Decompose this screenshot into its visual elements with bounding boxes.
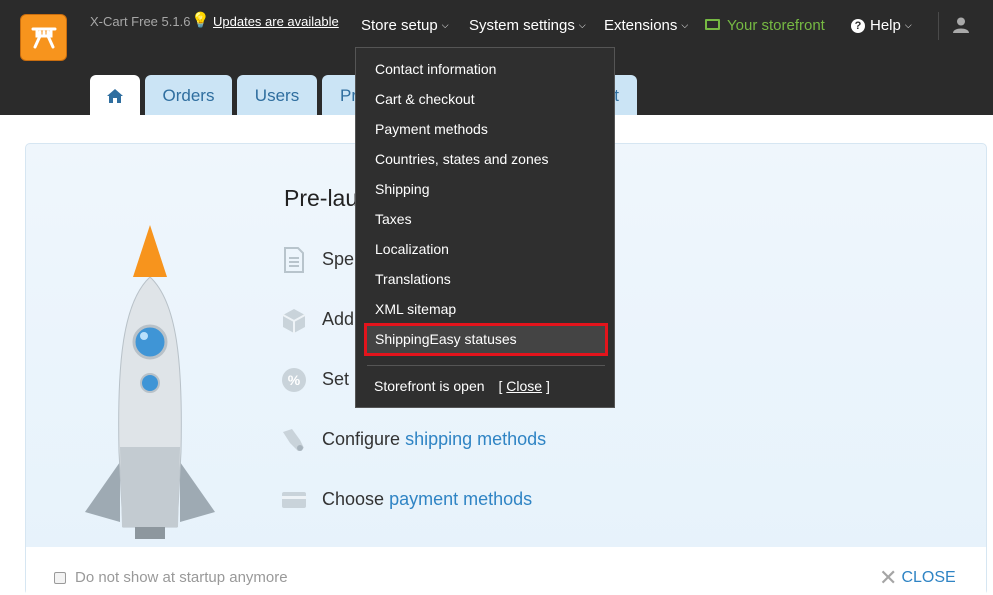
prelaunch-title: Pre-launch bbox=[284, 185, 356, 211]
close-icon: ✕ bbox=[879, 565, 898, 590]
task-label: Spe bbox=[322, 249, 354, 270]
nav-storefront-label: Your storefront bbox=[727, 17, 825, 34]
lightbulb-icon: 💡 bbox=[191, 12, 210, 29]
tab-home[interactable] bbox=[90, 75, 140, 115]
task-label-text: Choose bbox=[322, 489, 385, 509]
updates-link[interactable]: Updates are available bbox=[213, 14, 339, 29]
menu-item-shippingeasy-statuses[interactable]: ShippingEasy statuses bbox=[375, 331, 517, 351]
menu-item-countries-states-zones[interactable]: Countries, states and zones bbox=[375, 151, 549, 171]
dont-show-label: Do not show at startup anymore bbox=[75, 569, 288, 586]
close-button[interactable]: ✕ CLOSE bbox=[879, 565, 956, 590]
task-label: Configure shipping methods bbox=[322, 429, 546, 450]
truck-icon bbox=[283, 429, 304, 451]
nav-your-storefront[interactable]: Your storefront bbox=[705, 17, 825, 34]
task-label-text: Configure bbox=[322, 429, 401, 449]
xcart-logo[interactable] bbox=[20, 14, 67, 61]
close-label: CLOSE bbox=[901, 569, 956, 586]
menu-separator bbox=[367, 365, 605, 366]
shipping-methods-link[interactable]: shipping methods bbox=[405, 429, 546, 449]
nav-extensions-label: Extensions bbox=[604, 17, 678, 34]
nav-system-settings[interactable]: System settings ⌵ bbox=[469, 17, 586, 34]
bracket-close: ] bbox=[545, 378, 550, 394]
chevron-down-icon: ⌵ bbox=[578, 20, 586, 30]
svg-text:%: % bbox=[288, 372, 301, 388]
menu-item-localization[interactable]: Localization bbox=[375, 241, 449, 261]
payment-methods-link[interactable]: payment methods bbox=[389, 489, 532, 509]
nav-store-setup[interactable]: Store setup ⌵ bbox=[361, 17, 449, 34]
task-label: Add bbox=[322, 309, 354, 330]
task-label-text: Set bbox=[322, 369, 350, 389]
dont-show-option[interactable]: Do not show at startup anymore bbox=[54, 569, 288, 586]
tab-orders[interactable]: Orders bbox=[145, 75, 232, 115]
percent-icon: % bbox=[282, 368, 306, 392]
task-label: Set bbox=[322, 369, 349, 390]
task-label-text: Add bbox=[322, 309, 355, 329]
menu-item-taxes[interactable]: Taxes bbox=[375, 211, 412, 231]
rocket-illustration bbox=[85, 225, 215, 539]
task-label: Choose payment methods bbox=[322, 489, 532, 510]
credit-card-icon bbox=[282, 492, 306, 508]
storefront-status: Storefront is open [ Close ] bbox=[374, 378, 550, 394]
chevron-down-icon: ⌵ bbox=[441, 20, 449, 30]
menu-item-payment-methods[interactable]: Payment methods bbox=[375, 121, 488, 141]
task-label-text: Spe bbox=[322, 249, 355, 269]
monitor-icon bbox=[705, 19, 720, 30]
menu-item-shipping[interactable]: Shipping bbox=[375, 181, 430, 201]
tab-users[interactable]: Users bbox=[237, 75, 317, 115]
chevron-down-icon: ⌵ bbox=[904, 20, 912, 30]
store-setup-dropdown: Contact information Cart & checkout Paym… bbox=[355, 47, 615, 408]
nav-system-settings-label: System settings bbox=[469, 17, 575, 34]
help-icon: ? bbox=[851, 19, 865, 33]
user-icon[interactable] bbox=[952, 16, 970, 34]
box-icon bbox=[282, 309, 306, 333]
version-label: X-Cart Free 5.1.6 bbox=[90, 14, 191, 29]
chevron-down-icon: ⌵ bbox=[681, 20, 689, 30]
bracket-open: [ bbox=[498, 378, 503, 394]
close-storefront-link[interactable]: Close bbox=[506, 378, 542, 394]
nav-divider bbox=[938, 12, 939, 40]
cart-logo-icon bbox=[31, 27, 56, 48]
menu-item-translations[interactable]: Translations bbox=[375, 271, 451, 291]
document-icon bbox=[284, 247, 304, 273]
nav-extensions[interactable]: Extensions ⌵ bbox=[604, 17, 688, 34]
menu-item-xml-sitemap[interactable]: XML sitemap bbox=[375, 301, 456, 321]
nav-store-setup-label: Store setup bbox=[361, 17, 438, 34]
storefront-status-text: Storefront is open bbox=[374, 378, 485, 394]
nav-help-label: Help bbox=[870, 17, 901, 34]
nav-help[interactable]: ? Help ⌵ bbox=[851, 17, 912, 34]
menu-item-contact-information[interactable]: Contact information bbox=[375, 61, 496, 81]
home-icon bbox=[107, 89, 123, 103]
dont-show-checkbox[interactable] bbox=[54, 571, 66, 584]
menu-item-cart-checkout[interactable]: Cart & checkout bbox=[375, 91, 475, 111]
